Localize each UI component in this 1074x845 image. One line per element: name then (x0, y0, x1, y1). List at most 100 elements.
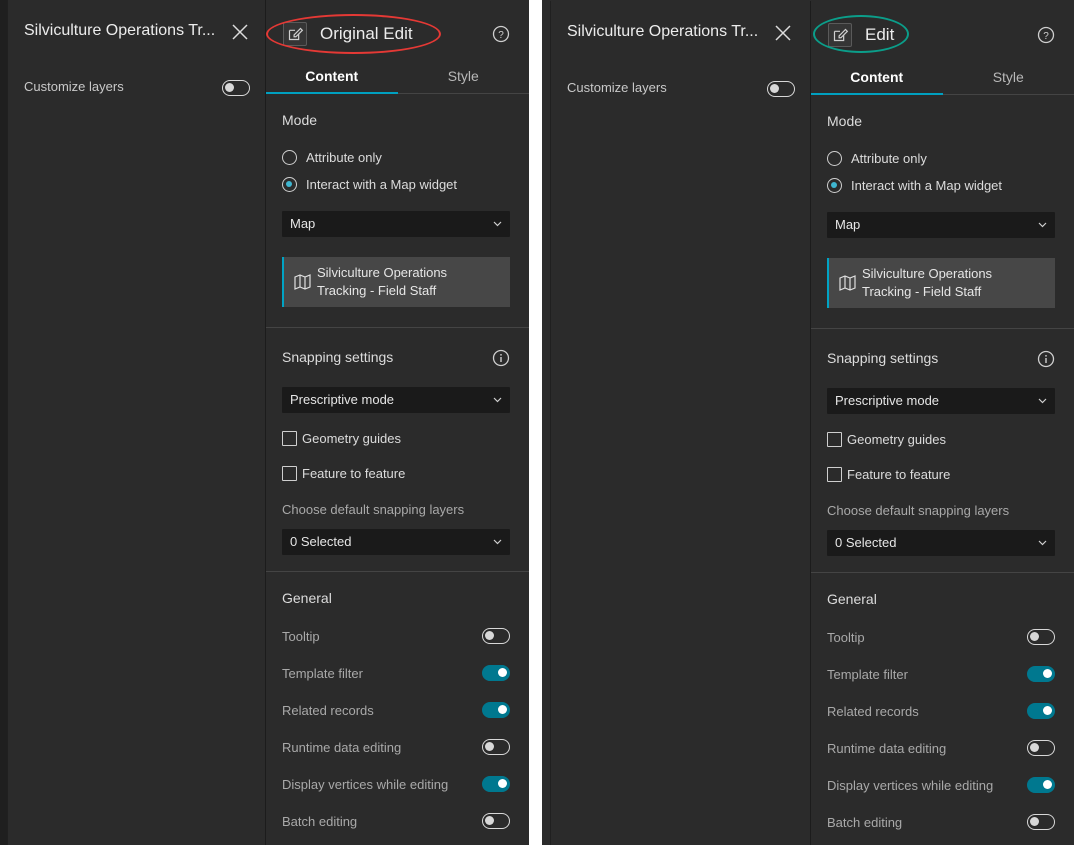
map-card[interactable]: Silviculture Operations Tracking - Field… (827, 258, 1055, 308)
snapping-mode-select[interactable]: Prescriptive mode (282, 387, 510, 413)
info-icon[interactable] (1037, 350, 1055, 368)
radio-button[interactable] (827, 150, 842, 166)
radio-attribute-only[interactable]: Attribute only (282, 148, 382, 166)
checkbox-label: Feature to feature (847, 466, 951, 482)
template-filter-toggle[interactable] (1027, 666, 1055, 682)
tab-style[interactable]: Style (943, 61, 1074, 95)
checkbox[interactable] (282, 465, 297, 481)
general-section-title: General (827, 591, 877, 607)
radio-attribute-only[interactable]: Attribute only (827, 149, 927, 167)
batch-editing-toggle[interactable] (482, 813, 510, 829)
snapping-mode-value: Prescriptive mode (835, 393, 940, 408)
radio-button[interactable] (827, 177, 842, 193)
checkbox-geometry-guides[interactable]: Geometry guides (827, 430, 946, 448)
help-icon[interactable]: ? (1037, 26, 1055, 44)
checkbox-feature-to-feature[interactable]: Feature to feature (827, 465, 950, 483)
customize-layers-toggle[interactable] (767, 81, 795, 97)
snapping-layers-select[interactable]: 0 Selected (282, 529, 510, 555)
setting-runtime-data-editing: Runtime data editing (282, 739, 510, 757)
related-records-toggle[interactable] (1027, 703, 1055, 719)
map-card[interactable]: Silviculture Operations Tracking - Field… (282, 257, 510, 307)
section-divider (811, 328, 1074, 329)
setting-template-filter: Template filter (282, 665, 510, 683)
setting-label: Tooltip (827, 630, 865, 645)
map-select[interactable]: Map (282, 211, 510, 237)
chevron-down-icon (1038, 540, 1047, 546)
tab-style[interactable]: Style (398, 60, 530, 94)
setting-label: Tooltip (282, 629, 320, 644)
setting-label: Display vertices while editing (282, 777, 449, 792)
toggle-knob (485, 631, 494, 640)
close-icon[interactable] (231, 23, 249, 41)
checkbox[interactable] (827, 466, 842, 482)
related-records-toggle[interactable] (482, 702, 510, 718)
toggle-knob (770, 84, 779, 93)
checkbox[interactable] (282, 430, 297, 446)
screenshot-edit: Silviculture Operations Tr... Customize … (542, 0, 1074, 845)
customize-layers-toggle[interactable] (222, 80, 250, 96)
radio-button[interactable] (282, 176, 297, 192)
snapping-mode-select[interactable]: Prescriptive mode (827, 388, 1055, 414)
layer-panel: Silviculture Operations Tr... Customize … (7, 0, 265, 845)
map-select[interactable]: Map (827, 212, 1055, 238)
display-vertices-toggle[interactable] (482, 776, 510, 792)
setting-batch-editing: Batch editing (827, 814, 1055, 832)
map-select-value: Map (290, 216, 316, 231)
toggle-knob (1043, 780, 1052, 789)
toggle-knob (498, 705, 507, 714)
mode-section-title: Mode (827, 113, 863, 129)
runtime-data-editing-toggle[interactable] (482, 739, 510, 755)
radio-interact-map[interactable]: Interact with a Map widget (282, 175, 457, 193)
help-icon[interactable]: ? (492, 25, 510, 43)
tooltip-toggle[interactable] (482, 628, 510, 644)
snapping-section-title: Snapping settings (827, 350, 939, 366)
toggle-knob (1030, 743, 1039, 752)
info-icon[interactable] (492, 349, 510, 367)
screenshot-original-edit: Silviculture Operations Tr... Customize … (0, 0, 529, 845)
svg-text:?: ? (498, 30, 504, 41)
setting-label: Related records (827, 704, 919, 719)
widget-title[interactable]: Edit (865, 25, 894, 45)
snapping-layers-select[interactable]: 0 Selected (827, 530, 1055, 556)
widget-title[interactable]: Original Edit (320, 24, 413, 44)
close-icon[interactable] (774, 24, 792, 42)
setting-tooltip: Tooltip (827, 629, 1055, 647)
radio-label: Interact with a Map widget (306, 176, 458, 192)
snapping-layers-value: 0 Selected (290, 534, 352, 549)
setting-label: Batch editing (282, 814, 358, 829)
radio-button[interactable] (282, 149, 297, 165)
settings-panel: Original Edit ? Content Style Mode Attri… (265, 0, 529, 845)
chevron-down-icon (493, 221, 502, 227)
display-vertices-toggle[interactable] (1027, 777, 1055, 793)
checkbox-label: Geometry guides (847, 431, 946, 447)
settings-header: Edit ? (811, 1, 1074, 65)
snapping-layers-label: Choose default snapping layers (827, 503, 1010, 518)
tab-content[interactable]: Content (811, 61, 943, 95)
layer-panel: Silviculture Operations Tr... Customize … (550, 1, 808, 845)
layer-panel-title: Silviculture Operations Tr... (24, 22, 216, 39)
setting-display-vertices: Display vertices while editing (827, 777, 1055, 795)
template-filter-toggle[interactable] (482, 665, 510, 681)
radio-interact-map[interactable]: Interact with a Map widget (827, 176, 1002, 194)
checkbox[interactable] (827, 431, 842, 447)
checkbox-geometry-guides[interactable]: Geometry guides (282, 429, 401, 447)
tooltip-toggle[interactable] (1027, 629, 1055, 645)
setting-related-records: Related records (827, 703, 1055, 721)
section-divider (266, 571, 529, 572)
snapping-section-title: Snapping settings (282, 349, 394, 365)
chevron-down-icon (493, 397, 502, 403)
map-select-value: Map (835, 217, 861, 232)
checkbox-feature-to-feature[interactable]: Feature to feature (282, 464, 405, 482)
toggle-knob (225, 83, 234, 92)
section-divider (811, 572, 1074, 573)
batch-editing-toggle[interactable] (1027, 814, 1055, 830)
edit-widget-icon (283, 22, 307, 46)
tab-content[interactable]: Content (266, 60, 398, 94)
setting-label: Runtime data editing (282, 740, 402, 755)
setting-label: Batch editing (827, 815, 903, 830)
setting-label: Template filter (282, 666, 363, 681)
mode-section-title: Mode (282, 112, 318, 128)
general-section-title: General (282, 590, 332, 606)
runtime-data-editing-toggle[interactable] (1027, 740, 1055, 756)
setting-label: Display vertices while editing (827, 778, 994, 793)
